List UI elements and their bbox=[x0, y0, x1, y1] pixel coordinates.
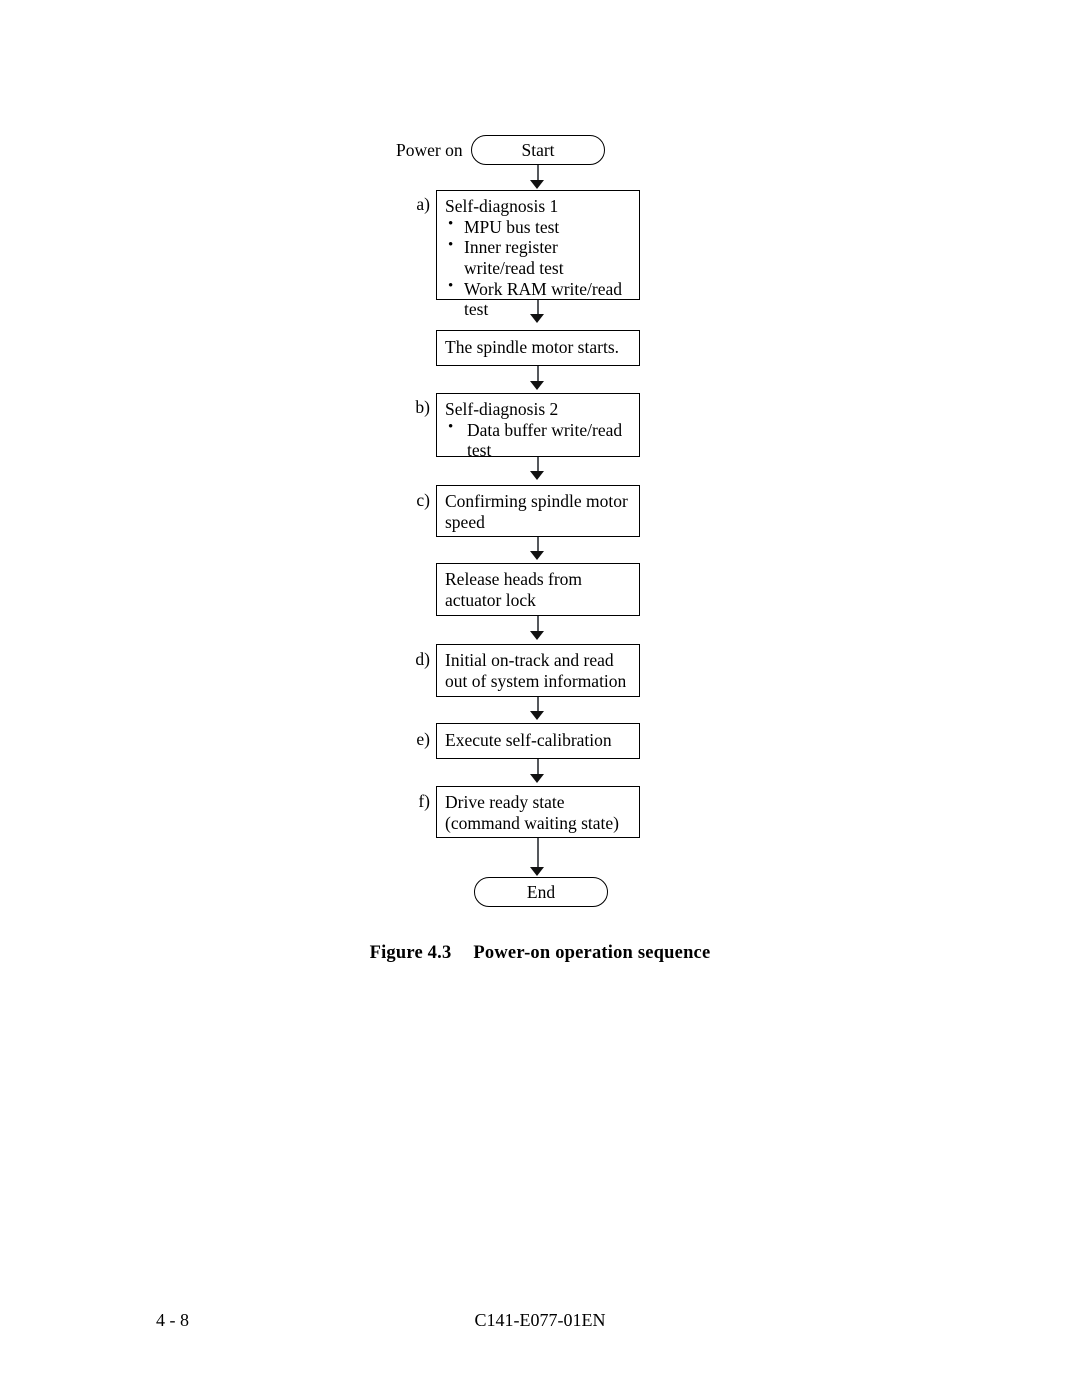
page-footer: 4 - 8 C141-E077-01EN bbox=[0, 1310, 1080, 1336]
figure-caption-label: Figure 4.3 bbox=[369, 943, 452, 963]
bullet-data-buffer-write-read-test: Data buffer write/read test bbox=[445, 419, 632, 461]
step-letter-c: c) bbox=[416, 490, 430, 510]
node-title-release-heads-actuator-lock: Release heads from actuator lock bbox=[445, 569, 583, 610]
power-on-entry-label: Power on bbox=[396, 140, 463, 160]
node-title-self-diagnosis-2: Self-diagnosis 2 bbox=[445, 399, 559, 419]
node-drive-ready-state: Drive ready state (command waiting state… bbox=[436, 786, 640, 838]
end-terminator: End bbox=[474, 877, 608, 907]
node-title-self-diagnosis-1: Self-diagnosis 1 bbox=[445, 196, 559, 216]
node-release-heads-actuator-lock: Release heads from actuator lock bbox=[436, 563, 640, 616]
power-on-sequence-flowchart: Power on Start a) Self-diagnosis 1 MPU b… bbox=[0, 0, 1080, 930]
arrowhead-release-heads-to-d bbox=[530, 631, 544, 640]
node-execute-self-calibration: Execute self-calibration bbox=[436, 723, 640, 759]
footer-document-code: C141-E077-01EN bbox=[474, 1310, 606, 1330]
node-title-confirming-spindle-motor-speed: Confirming spindle motor speed bbox=[445, 491, 628, 532]
bullet-mpu-bus-test: MPU bus test bbox=[445, 216, 632, 238]
arrowhead-e-to-f bbox=[530, 774, 544, 783]
arrowhead-a-to-spindle-start bbox=[530, 314, 544, 323]
arrowhead-f-to-end bbox=[530, 867, 544, 876]
start-terminator-label: Start bbox=[521, 139, 555, 160]
step-letter-e: e) bbox=[416, 729, 430, 749]
arrowhead-start-to-a bbox=[530, 180, 544, 189]
node-bullet-list-self-diagnosis-2: Data buffer write/read test bbox=[445, 419, 632, 461]
arrowhead-c-to-release-heads bbox=[530, 551, 544, 560]
arrowhead-d-to-e bbox=[530, 711, 544, 720]
node-title-spindle-motor-starts: The spindle motor starts. bbox=[445, 337, 620, 357]
node-title-initial-on-track-read-system-info: Initial on-track and read out of system … bbox=[445, 650, 627, 691]
figure-caption-title: Power-on operation sequence bbox=[473, 943, 711, 963]
step-letter-f: f) bbox=[418, 791, 430, 811]
start-terminator: Start bbox=[471, 135, 605, 165]
node-spindle-motor-starts: The spindle motor starts. bbox=[436, 330, 640, 366]
figure-caption: Figure 4.3 Power-on operation sequence bbox=[0, 943, 1080, 964]
step-letter-d: d) bbox=[415, 649, 430, 669]
arrowhead-b-to-c bbox=[530, 471, 544, 480]
document-page: Power on Start a) Self-diagnosis 1 MPU b… bbox=[0, 0, 1080, 1397]
arrowhead-spindle-start-to-b bbox=[530, 381, 544, 390]
connector-f-to-end bbox=[536, 838, 539, 869]
node-initial-on-track-read-system-info: Initial on-track and read out of system … bbox=[436, 644, 640, 697]
step-letter-b: b) bbox=[415, 397, 430, 417]
end-terminator-label: End bbox=[526, 881, 556, 902]
node-title-drive-ready-state: Drive ready state (command waiting state… bbox=[445, 792, 619, 833]
bullet-inner-register-write-read-test: Inner register write/read test bbox=[445, 237, 632, 278]
node-title-execute-self-calibration: Execute self-calibration bbox=[445, 730, 612, 750]
step-letter-a: a) bbox=[416, 194, 430, 214]
node-confirming-spindle-motor-speed: Confirming spindle motor speed bbox=[436, 485, 640, 537]
node-self-diagnosis-2: Self-diagnosis 2 Data buffer write/read … bbox=[436, 393, 640, 460]
node-self-diagnosis-1: Self-diagnosis 1 MPU bus test Inner regi… bbox=[436, 190, 640, 319]
